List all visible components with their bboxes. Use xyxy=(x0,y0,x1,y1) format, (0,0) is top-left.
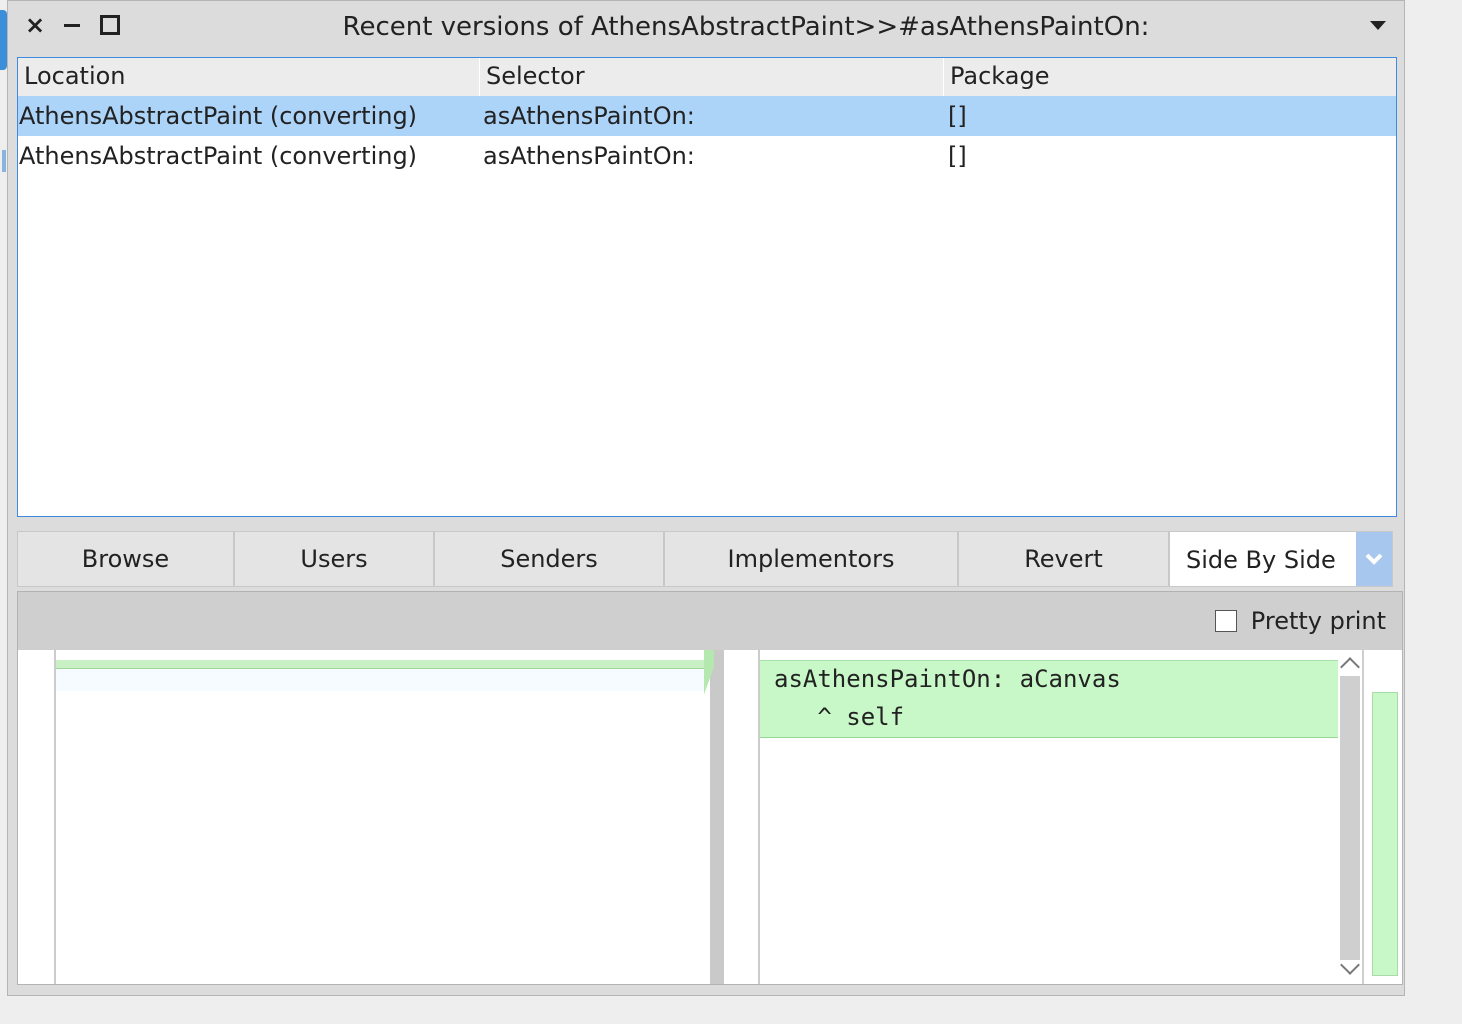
pretty-print-label: Pretty print xyxy=(1250,607,1386,635)
background-window-edge-mark xyxy=(2,150,6,172)
cell-package: [] xyxy=(948,142,967,170)
pretty-print-checkbox[interactable] xyxy=(1214,610,1237,632)
left-empty-line xyxy=(56,669,704,691)
left-gutter xyxy=(54,650,56,984)
diff-left-pane[interactable] xyxy=(18,650,716,984)
scrollbar-track[interactable] xyxy=(1340,676,1360,960)
minimize-icon[interactable] xyxy=(58,10,86,40)
senders-button[interactable]: Senders xyxy=(434,531,664,587)
diff-right-pane[interactable]: asAthensPaintOn: aCanvas ^ self xyxy=(758,650,1340,984)
diff-panel: Pretty print asAthensPaintOn: aCanvas ^ … xyxy=(17,591,1403,985)
chevron-down-icon[interactable] xyxy=(1356,532,1392,586)
table-row[interactable]: AthensAbstractPaint (converting) asAthen… xyxy=(18,96,1396,136)
code-line: asAthensPaintOn: aCanvas xyxy=(774,665,1121,693)
diff-mode-value: Side By Side xyxy=(1186,546,1336,574)
action-toolbar: Browse Users Senders Implementors Revert… xyxy=(17,531,1393,587)
table-row[interactable]: AthensAbstractPaint (converting) asAthen… xyxy=(18,136,1396,176)
cell-location: AthensAbstractPaint (converting) xyxy=(19,102,418,130)
revert-button[interactable]: Revert xyxy=(958,531,1169,587)
overview-change-marker xyxy=(1372,692,1398,976)
column-header-package[interactable]: Package xyxy=(944,58,1396,96)
column-header-selector[interactable]: Selector xyxy=(480,58,944,96)
diff-connector-wedge xyxy=(704,650,714,720)
code-line: ^ self xyxy=(774,703,905,731)
diff-mode-dropdown[interactable]: Side By Side xyxy=(1169,531,1393,587)
maximize-icon[interactable] xyxy=(96,10,124,40)
added-code-block: asAthensPaintOn: aCanvas ^ self xyxy=(760,660,1338,738)
versions-table[interactable]: Location Selector Package AthensAbstract… xyxy=(17,57,1397,517)
implementors-button[interactable]: Implementors xyxy=(664,531,958,587)
cell-package: [] xyxy=(948,102,967,130)
window-title: Recent versions of AthensAbstractPaint>>… xyxy=(342,12,1150,42)
left-removed-marker xyxy=(56,660,704,669)
column-header-location[interactable]: Location xyxy=(18,58,480,96)
users-button[interactable]: Users xyxy=(234,531,434,587)
scroll-up-icon[interactable] xyxy=(1340,657,1360,677)
cell-location: AthensAbstractPaint (converting) xyxy=(19,142,418,170)
cell-selector: asAthensPaintOn: xyxy=(483,102,695,130)
pretty-print-toggle[interactable]: Pretty print xyxy=(1214,604,1386,638)
versions-window: × Recent versions of AthensAbstractPaint… xyxy=(7,0,1405,996)
vertical-scrollbar[interactable] xyxy=(1338,650,1362,984)
browse-button[interactable]: Browse xyxy=(17,531,234,587)
background-window-edge xyxy=(0,10,7,70)
cell-selector: asAthensPaintOn: xyxy=(483,142,695,170)
window-menu-icon[interactable] xyxy=(1370,21,1386,30)
diff-overview-ruler[interactable] xyxy=(1364,650,1402,984)
close-icon[interactable]: × xyxy=(21,10,49,40)
title-bar[interactable]: × Recent versions of AthensAbstractPaint… xyxy=(8,1,1404,53)
table-header: Location Selector Package xyxy=(18,58,1396,96)
